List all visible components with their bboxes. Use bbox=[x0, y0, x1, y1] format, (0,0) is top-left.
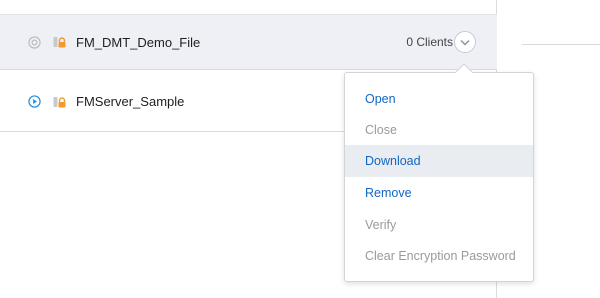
chevron-down-icon bbox=[460, 39, 470, 45]
file-actions-menu: Open Close Download Remove Verify Clear … bbox=[344, 72, 534, 282]
menu-pointer bbox=[455, 63, 473, 73]
file-name: FM_DMT_Demo_File bbox=[76, 34, 201, 50]
menu-item-verify: Verify bbox=[365, 218, 397, 232]
file-row-fm-dmt-demo-file[interactable]: FM_DMT_Demo_File 0 Clients bbox=[0, 15, 497, 70]
encrypted-lock-icon bbox=[53, 37, 66, 48]
play-circle-icon bbox=[28, 95, 41, 108]
menu-item-clear-encryption-password: Clear Encryption Password bbox=[365, 249, 516, 263]
menu-item-open[interactable]: Open bbox=[345, 83, 533, 115]
encrypted-lock-icon bbox=[53, 96, 66, 107]
client-count: 0 Clients bbox=[406, 35, 453, 49]
menu-item-close: Close bbox=[365, 123, 397, 137]
file-name: FMServer_Sample bbox=[76, 94, 185, 109]
file-list-screen: FM_DMT_Demo_File 0 Clients FMServer_Samp… bbox=[0, 0, 600, 298]
menu-item-download[interactable]: Download bbox=[345, 145, 533, 177]
detail-divider bbox=[522, 44, 600, 45]
file-actions-button[interactable] bbox=[454, 31, 476, 53]
closed-circle-icon bbox=[28, 35, 41, 49]
menu-item-remove[interactable]: Remove bbox=[345, 177, 533, 209]
